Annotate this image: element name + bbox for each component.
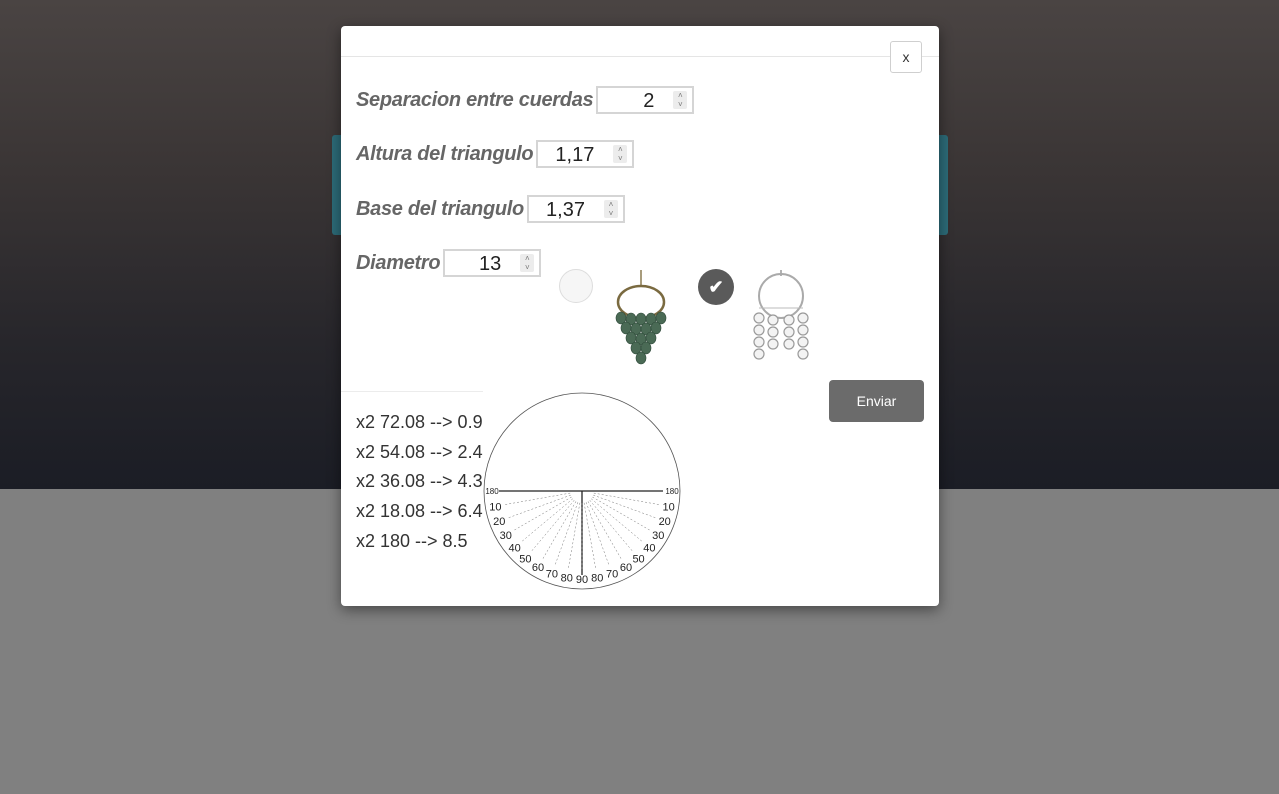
- protractor-label: 10: [663, 501, 675, 513]
- option-radio-selected-check-icon[interactable]: ✔: [698, 269, 734, 305]
- option-radio-unselected[interactable]: [559, 269, 593, 303]
- spinner-arrows-icon[interactable]: ˄ ˅: [520, 254, 535, 272]
- protractor-label: 80: [561, 573, 573, 585]
- protractor-tick: [530, 500, 575, 553]
- protractor-label: 70: [606, 569, 618, 581]
- field-diametro: Diametro 13 ˄ ˅: [356, 249, 542, 277]
- protractor-label: 30: [652, 530, 664, 542]
- protractor-label: 20: [493, 516, 505, 528]
- protractor-tick: [506, 494, 571, 519]
- green-leaf-earring-image[interactable]: [606, 268, 676, 368]
- base-input[interactable]: 1,37 ˄ ˅: [526, 195, 625, 223]
- protractor-tick: [593, 494, 658, 519]
- diametro-input[interactable]: 13 ˄ ˅: [443, 249, 542, 277]
- protractor-label-180-left: 180: [485, 487, 499, 496]
- protractor-label: 80: [591, 573, 603, 585]
- protractor-tick: [583, 502, 597, 570]
- protractor-label-center: 90: [576, 574, 588, 586]
- field-label: Diametro: [356, 251, 441, 274]
- protractor-tick: [567, 502, 581, 570]
- protractor-label: 10: [489, 501, 501, 513]
- spinner-arrows-icon[interactable]: ˄ ˅: [673, 91, 688, 109]
- result-line: x2 18.08 --> 6.4: [356, 501, 483, 522]
- silver-hoop-earring-image[interactable]: [746, 268, 816, 368]
- field-label: Base del triangulo: [356, 197, 524, 220]
- results-list: x2 72.08 --> 0.9 x2 54.08 --> 2.4 x2 36.…: [356, 410, 483, 558]
- field-altura: Altura del triangulo 1,17 ˄ ˅: [356, 140, 635, 168]
- spinner-arrows-icon[interactable]: ˄ ˅: [603, 200, 618, 218]
- result-line: x2 36.08 --> 4.3: [356, 471, 483, 492]
- result-line: x2 54.08 --> 2.4: [356, 441, 483, 462]
- protractor-tick: [593, 492, 661, 506]
- protractor-label: 30: [500, 530, 512, 542]
- field-label: Altura del triangulo: [356, 142, 534, 165]
- protractor-label: 60: [620, 562, 632, 574]
- protractor-label: 20: [659, 516, 671, 528]
- result-line: x2 180 --> 8.5: [356, 530, 468, 551]
- altura-input[interactable]: 1,17 ˄ ˅: [536, 140, 635, 168]
- section-divider: [341, 391, 483, 392]
- protractor-label: 40: [643, 543, 655, 555]
- protractor-diagram: 180 18010203040506070 80 90 80 70605040302010: [483, 392, 681, 590]
- field-label: Separacion entre cuerdas: [356, 88, 594, 111]
- protractor-tick: [520, 498, 573, 543]
- protractor-tick: [554, 502, 579, 567]
- field-base: Base del triangulo 1,37 ˄ ˅: [356, 195, 625, 223]
- protractor-label: 50: [632, 553, 644, 565]
- protractor-tick: [503, 492, 571, 506]
- close-button[interactable]: x: [890, 41, 922, 73]
- calculator-modal: x Separacion entre cuerdas 2 ˄ ˅ Altura d…: [341, 26, 939, 606]
- protractor-label: 70: [546, 569, 558, 581]
- modal-header-divider: [341, 56, 939, 57]
- separacion-input[interactable]: 2 ˄ ˅: [596, 86, 695, 114]
- protractor-label: 50: [519, 553, 531, 565]
- spinner-arrows-icon[interactable]: ˄ ˅: [613, 145, 628, 163]
- field-separacion: Separacion entre cuerdas 2 ˄ ˅: [356, 86, 695, 114]
- protractor-label-180-right: 180: [665, 487, 679, 496]
- protractor-tick: [591, 498, 644, 543]
- submit-button[interactable]: Enviar: [829, 380, 924, 422]
- result-line: x2 72.08 --> 0.9: [356, 412, 483, 432]
- protractor-label: 60: [532, 562, 544, 574]
- protractor-tick: [589, 500, 634, 553]
- protractor-tick: [585, 502, 610, 567]
